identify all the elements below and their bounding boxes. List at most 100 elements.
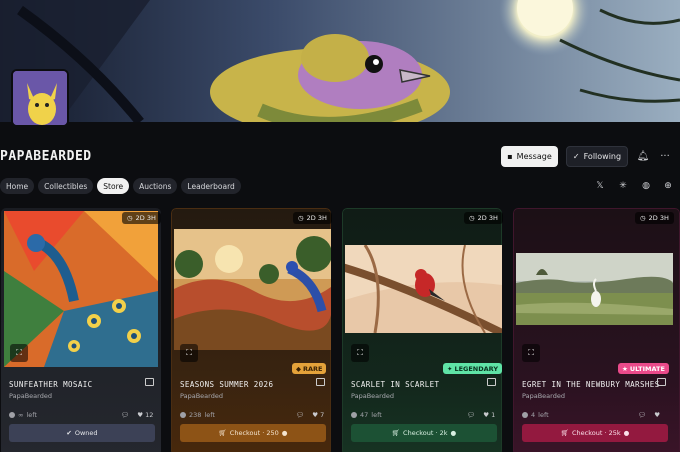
card-meta: 💬︎ ♥ 1 — [467, 411, 495, 419]
x-icon[interactable]: 𝕏 — [594, 180, 606, 192]
tab-collectibles[interactable]: Collectibles — [38, 178, 94, 194]
gem-icon: ◆ — [296, 364, 301, 373]
stock-remaining: ∞ left — [9, 411, 37, 419]
like-count: 7 — [320, 411, 325, 419]
web-icon[interactable]: ⊕ — [662, 180, 674, 192]
globe-icon[interactable]: ◍ — [640, 180, 652, 192]
profile-avatar[interactable] — [11, 69, 69, 127]
cart-icon: 🛒︎ — [391, 429, 401, 437]
expand-icon[interactable]: ⛶ — [180, 344, 198, 362]
avatar-image — [13, 71, 67, 125]
stock-remaining: 47 left — [351, 411, 382, 419]
asterisk-icon[interactable]: ✳ — [617, 180, 629, 192]
stock-remaining: 4 left — [522, 411, 549, 419]
comment-icon[interactable]: 💬︎ — [467, 411, 475, 419]
card-creator: PapaBearded — [9, 392, 52, 400]
owned-button[interactable]: ✔ Owned — [9, 424, 155, 442]
image-icon — [145, 378, 154, 386]
rarity-badge: ◆ RARE — [292, 363, 327, 374]
more-options-icon[interactable]: ··· — [657, 148, 673, 164]
rarity-badge: ★ ULTIMATE — [618, 363, 669, 374]
message-button[interactable]: ▪ Message — [501, 146, 558, 167]
banner-artwork — [0, 0, 680, 122]
tab-store[interactable]: Store — [97, 178, 130, 194]
check-circle-icon: ✔ — [66, 429, 72, 437]
countdown-timer: ◷ 2D 3H — [635, 212, 674, 224]
expand-icon[interactable]: ⛶ — [10, 344, 28, 362]
notification-bell-icon[interactable]: 🔔︎ — [635, 148, 651, 164]
rarity-badge: ✦ LEGENDARY — [443, 363, 503, 374]
profile-tabs: Home Collectibles Store Auctions Leaderb… — [0, 178, 241, 194]
card-meta: 💬︎ ♥ 7 — [296, 411, 324, 419]
card-meta: 💬︎ ♥ 12 — [121, 411, 153, 419]
card-artwork — [174, 229, 331, 350]
message-label: Message — [516, 152, 552, 161]
countdown-timer: ◷ 2D 3H — [122, 212, 161, 224]
heart-icon[interactable]: ♥ — [312, 411, 318, 419]
stock-remaining: 238 left — [180, 411, 215, 419]
following-button[interactable]: ✓ Following — [566, 146, 628, 167]
card-creator: PapaBearded — [522, 392, 565, 400]
image-icon — [657, 378, 666, 386]
coin-icon — [351, 412, 357, 418]
coin-icon: ● — [623, 429, 630, 437]
checkout-label: Checkout · 2k — [403, 429, 448, 437]
tab-leaderboard[interactable]: Leaderboard — [181, 178, 241, 194]
tab-auctions[interactable]: Auctions — [133, 178, 178, 194]
following-label: Following — [583, 152, 622, 161]
stock-suffix: left — [371, 411, 382, 419]
clock-icon: ◷ — [469, 214, 475, 222]
tab-home[interactable]: Home — [0, 178, 35, 194]
like-count: 12 — [145, 411, 154, 419]
countdown-timer: ◷ 2D 3H — [293, 212, 332, 224]
clock-icon: ◷ — [298, 214, 304, 222]
rarity-label: ULTIMATE — [629, 364, 665, 373]
coin-icon: ● — [281, 429, 288, 437]
image-icon — [487, 378, 496, 386]
cart-icon: 🛒︎ — [560, 429, 569, 437]
card-artwork — [516, 253, 673, 325]
checkout-label: Checkout · 250 — [229, 429, 279, 437]
heart-icon[interactable]: ♥ — [137, 411, 143, 419]
checkout-label: Checkout · 25k — [571, 429, 621, 437]
heart-icon[interactable]: ♥ — [654, 411, 660, 419]
coin-icon — [180, 412, 186, 418]
coin-icon — [522, 412, 528, 418]
like-count: 1 — [491, 411, 496, 419]
checkout-button[interactable]: 🛒︎ Checkout · 250 ● — [180, 424, 326, 442]
rarity-label: LEGENDARY — [454, 364, 499, 373]
stock-suffix: left — [538, 411, 549, 419]
comment-icon[interactable]: 💬︎ — [638, 411, 646, 419]
stock-count: 238 — [189, 411, 202, 419]
check-icon: ✓ — [572, 152, 580, 161]
countdown-timer: ◷ 2D 3H — [464, 212, 503, 224]
checkout-button[interactable]: 🛒︎ Checkout · 25k ● — [522, 424, 668, 442]
stock-suffix: left — [26, 411, 37, 419]
coin-icon: ● — [450, 429, 457, 437]
comment-icon[interactable]: 💬︎ — [296, 411, 304, 419]
card-artwork — [345, 245, 502, 333]
card-meta: 💬︎ ♥ — [638, 411, 660, 419]
card-creator: PapaBearded — [180, 392, 223, 400]
card-title: SCARLET IN SCARLET — [351, 380, 440, 389]
profile-name: PAPABEARDED — [0, 149, 92, 164]
image-icon — [316, 378, 325, 386]
cart-icon: 🛒︎ — [218, 429, 227, 437]
clock-icon: ◷ — [127, 214, 133, 222]
comment-icon[interactable]: 💬︎ — [121, 411, 129, 419]
owned-label: Owned — [74, 429, 98, 437]
coin-icon — [9, 412, 15, 418]
card-title: SUNFEATHER MOSAIC — [9, 380, 93, 389]
expand-icon[interactable]: ⛶ — [351, 344, 369, 362]
clock-icon: ◷ — [640, 214, 646, 222]
heart-icon[interactable]: ♥ — [483, 411, 489, 419]
stock-count: 47 — [360, 411, 369, 419]
timer-text: 2D 3H — [306, 214, 327, 222]
card-artwork — [4, 211, 158, 367]
expand-icon[interactable]: ⛶ — [522, 344, 540, 362]
card-title: SEASONS SUMMER 2026 — [180, 380, 274, 389]
rarity-label: RARE — [303, 364, 323, 373]
checkout-button[interactable]: 🛒︎ Checkout · 2k ● — [351, 424, 497, 442]
timer-text: 2D 3H — [477, 214, 498, 222]
chat-icon: ▪ — [507, 152, 513, 161]
